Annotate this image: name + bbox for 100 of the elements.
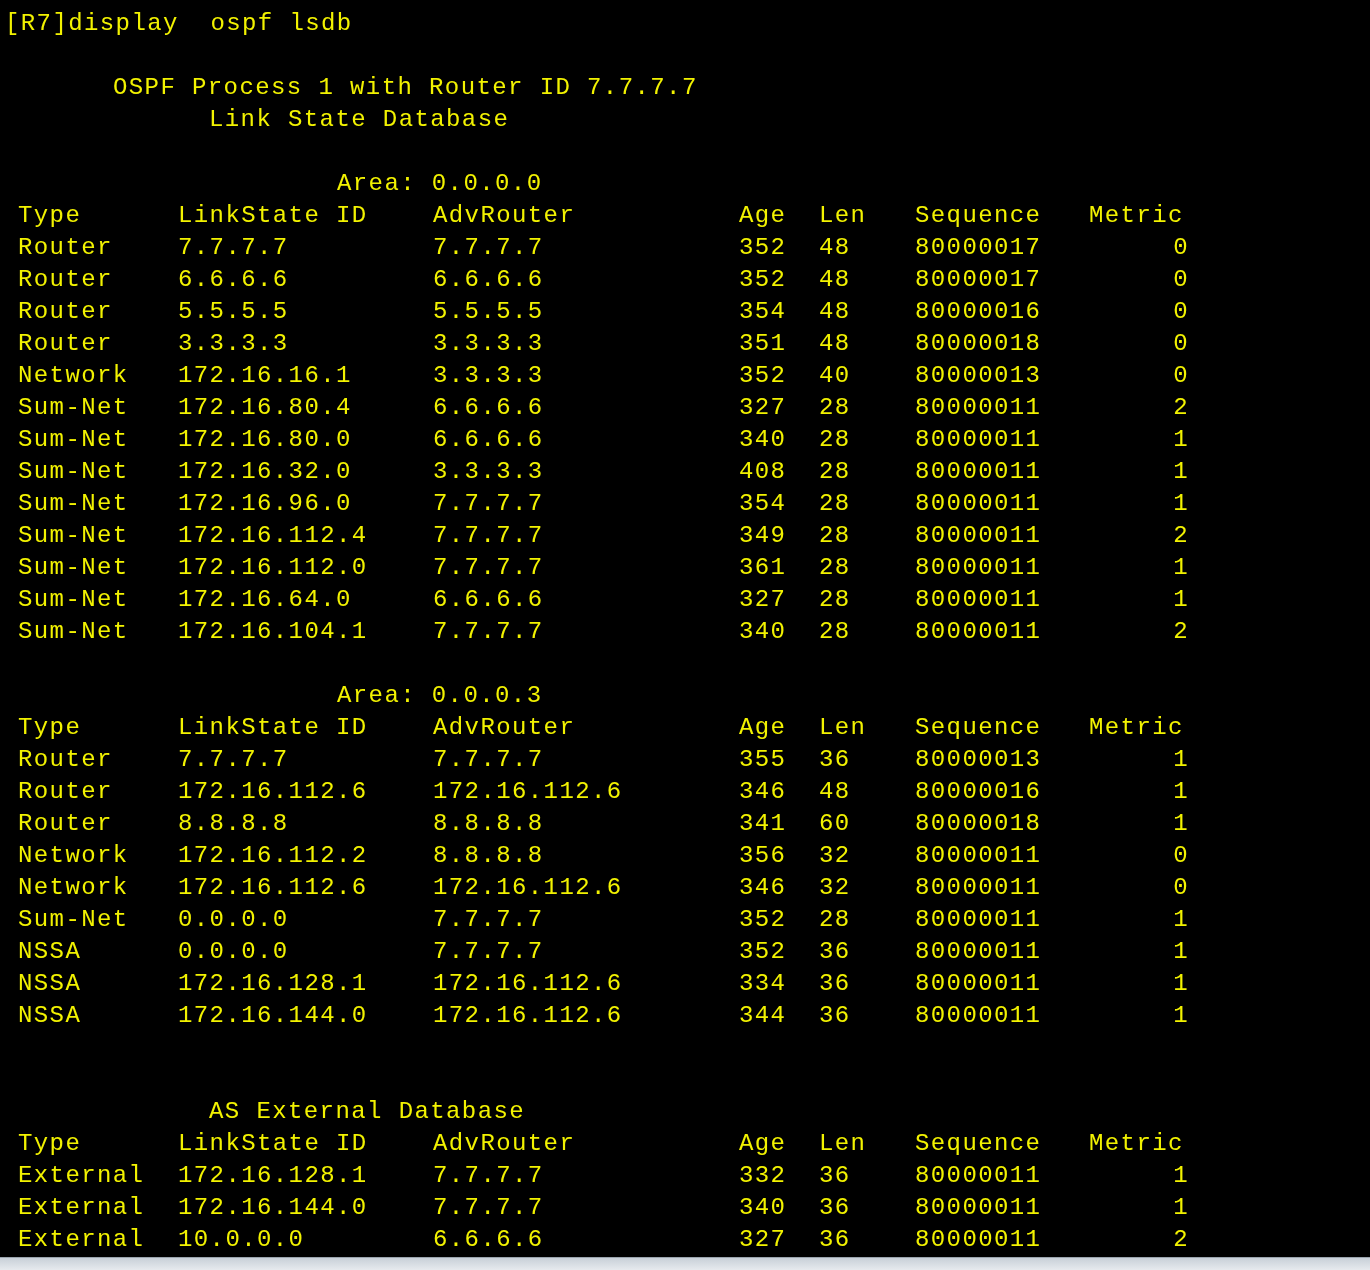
table-cell-text: 172.16.112.6: [178, 873, 368, 903]
table-cell-text: 1: [1173, 1193, 1189, 1223]
column-header: AdvRouter: [433, 1129, 576, 1159]
table-cell-text: Router: [18, 265, 113, 295]
table-cell-text: 172.16.96.0: [178, 489, 352, 519]
table-cell-text: 0: [1173, 265, 1189, 295]
table-cell-text: 2: [1173, 521, 1189, 551]
table-cell-text: Router: [18, 297, 113, 327]
table-cell-text: Sum-Net: [18, 393, 129, 423]
table-cell-text: 80000011: [915, 969, 1042, 999]
column-header: Type: [18, 713, 82, 743]
table-cell-text: 80000011: [915, 1225, 1042, 1255]
table-cell-text: External: [18, 1193, 145, 1223]
column-header: Metric: [1089, 201, 1184, 231]
table-cell-text: 80000011: [915, 1193, 1042, 1223]
table-cell-text: 80000011: [915, 489, 1042, 519]
table-cell-text: 3.3.3.3: [433, 361, 544, 391]
table-cell-text: 7.7.7.7: [433, 617, 544, 647]
table-cell-text: 28: [819, 553, 851, 583]
table-cell-text: 80000017: [915, 233, 1042, 263]
table-cell-text: 2: [1173, 617, 1189, 647]
table-cell-text: 0.0.0.0: [178, 905, 289, 935]
table-cell-text: 352: [739, 905, 787, 935]
column-header: LinkState ID: [178, 713, 368, 743]
table-cell-text: 172.16.112.6: [433, 873, 623, 903]
table-cell-text: 80000011: [915, 617, 1042, 647]
table-cell-text: NSSA: [18, 937, 82, 967]
table-cell-text: 355: [739, 745, 787, 775]
table-cell-text: 3.3.3.3: [433, 329, 544, 359]
column-header: LinkState ID: [178, 201, 368, 231]
column-header: Len: [819, 201, 867, 231]
table-cell-text: 408: [739, 457, 787, 487]
table-cell-text: 1: [1173, 585, 1189, 615]
table-cell-text: 80000018: [915, 809, 1042, 839]
table-cell-text: 80000018: [915, 329, 1042, 359]
table-cell-text: 28: [819, 457, 851, 487]
table-cell-text: 5.5.5.5: [433, 297, 544, 327]
table-cell-text: Network: [18, 841, 129, 871]
table-cell-text: 28: [819, 489, 851, 519]
table-cell-text: NSSA: [18, 1001, 82, 1031]
table-cell-text: 6.6.6.6: [433, 393, 544, 423]
table-cell-text: 80000016: [915, 297, 1042, 327]
table-cell-text: 32: [819, 873, 851, 903]
table-cell-text: 80000017: [915, 265, 1042, 295]
table-cell-text: 172.16.144.0: [178, 1193, 368, 1223]
table-cell-text: 80000011: [915, 425, 1042, 455]
table-cell-text: 1: [1173, 1001, 1189, 1031]
table-cell-text: 0.0.0.0: [178, 937, 289, 967]
table-cell-text: 352: [739, 265, 787, 295]
table-cell-text: 8.8.8.8: [178, 809, 289, 839]
table-cell-text: 172.16.112.6: [433, 969, 623, 999]
table-cell-text: 7.7.7.7: [433, 521, 544, 551]
table-cell-text: 172.16.112.6: [433, 1001, 623, 1031]
table-cell-text: 332: [739, 1161, 787, 1191]
table-cell-text: 7.7.7.7: [178, 233, 289, 263]
column-header: Metric: [1089, 713, 1184, 743]
table-cell-text: 48: [819, 297, 851, 327]
table-cell-text: 28: [819, 521, 851, 551]
column-header: AdvRouter: [433, 713, 576, 743]
table-cell-text: 36: [819, 1161, 851, 1191]
table-cell-text: 6.6.6.6: [178, 265, 289, 295]
table-cell-text: 1: [1173, 937, 1189, 967]
table-cell-text: 80000011: [915, 393, 1042, 423]
table-cell-text: 80000013: [915, 745, 1042, 775]
table-cell-text: 28: [819, 393, 851, 423]
table-cell-text: 80000011: [915, 521, 1042, 551]
table-cell-text: 28: [819, 617, 851, 647]
table-cell-text: 0: [1173, 873, 1189, 903]
table-cell-text: Sum-Net: [18, 553, 129, 583]
table-cell-text: 36: [819, 745, 851, 775]
column-header: Type: [18, 1129, 82, 1159]
scrollbar[interactable]: [0, 1257, 1370, 1270]
table-cell-text: 7.7.7.7: [433, 1193, 544, 1223]
table-cell-text: 172.16.80.4: [178, 393, 352, 423]
table-cell-text: 2: [1173, 393, 1189, 423]
table-cell-text: 172.16.112.0: [178, 553, 368, 583]
table-cell-text: 1: [1173, 777, 1189, 807]
table-cell-text: 1: [1173, 905, 1189, 935]
table-cell-text: 36: [819, 1001, 851, 1031]
table-cell-text: 172.16.112.4: [178, 521, 368, 551]
table-cell-text: 32: [819, 841, 851, 871]
table-cell-text: 356: [739, 841, 787, 871]
table-cell-text: 172.16.16.1: [178, 361, 352, 391]
table-cell-text: 7.7.7.7: [433, 905, 544, 935]
table-cell-text: External: [18, 1161, 145, 1191]
table-cell-text: 1: [1173, 809, 1189, 839]
table-cell-text: 172.16.112.6: [178, 777, 368, 807]
table-cell-text: 1: [1173, 745, 1189, 775]
table-cell-text: Router: [18, 745, 113, 775]
table-cell-text: Router: [18, 777, 113, 807]
table-cell-text: 7.7.7.7: [178, 745, 289, 775]
table-cell-text: Sum-Net: [18, 521, 129, 551]
table-cell-text: 7.7.7.7: [433, 937, 544, 967]
table-cell-text: 1: [1173, 489, 1189, 519]
table-cell-text: 346: [739, 777, 787, 807]
section-heading: Area: 0.0.0.0: [337, 170, 543, 197]
table-cell-text: 3.3.3.3: [433, 457, 544, 487]
table-cell-text: 327: [739, 1225, 787, 1255]
table-cell-text: NSSA: [18, 969, 82, 999]
column-header: LinkState ID: [178, 1129, 368, 1159]
